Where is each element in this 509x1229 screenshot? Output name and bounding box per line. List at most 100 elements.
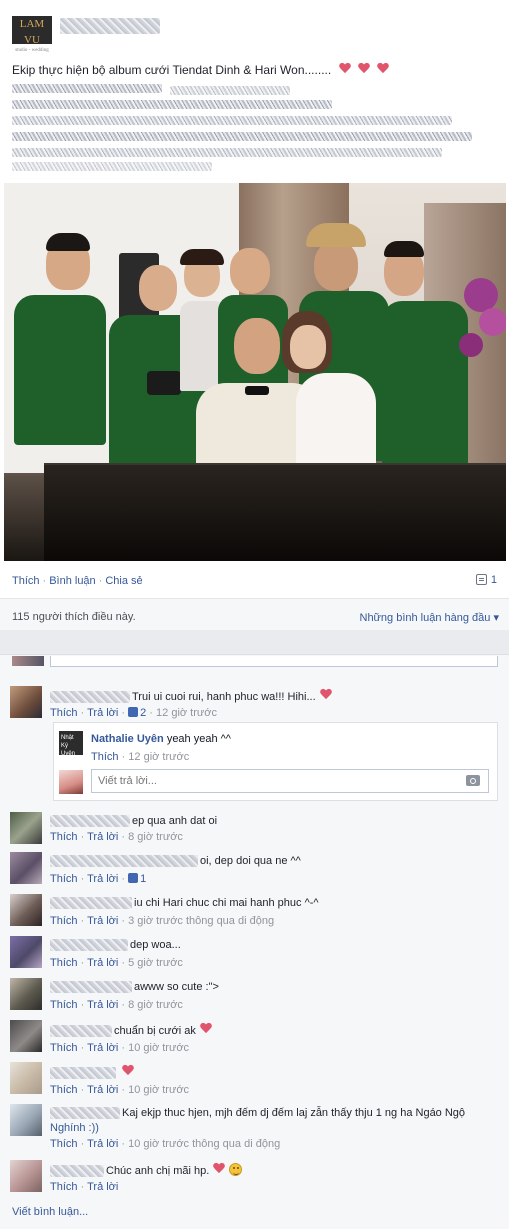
comment-text: chuẩn bị cưới ak — [50, 1023, 212, 1038]
commenter-name-redacted[interactable] — [50, 855, 198, 868]
timestamp[interactable]: 3 giờ trước thông qua di động — [128, 915, 274, 927]
comment-meta: Thích · Trả lời · 2 · 12 giờ trước — [50, 707, 217, 719]
reply-link[interactable]: Trả lời — [87, 1181, 118, 1193]
like-link[interactable]: Thích — [50, 1138, 78, 1150]
commenter-name-redacted[interactable] — [50, 939, 128, 952]
page-logo[interactable]: LAM VU studio - wedding — [12, 16, 52, 53]
timestamp[interactable]: 10 giờ trước — [128, 1084, 189, 1096]
flower — [459, 333, 483, 357]
likes-row: 115 người thích điều này. Những bình luậ… — [0, 598, 509, 630]
avatar[interactable] — [10, 1062, 42, 1094]
comment-body: ep qua anh dat oi — [132, 815, 218, 827]
commenter-name-redacted[interactable] — [50, 1025, 112, 1038]
avatar — [12, 656, 44, 666]
person-hair — [180, 249, 224, 265]
heart-icon — [213, 1163, 225, 1175]
like-link[interactable]: Thích — [50, 1042, 78, 1054]
share-link[interactable]: Chia sẻ — [105, 575, 142, 587]
timestamp[interactable]: 5 giờ trước — [128, 957, 183, 969]
like-link[interactable]: Thích — [50, 915, 78, 927]
avatar[interactable] — [10, 686, 42, 718]
share-icon — [475, 574, 487, 585]
like-count: 1 — [140, 873, 147, 885]
share-count[interactable]: 1 — [475, 574, 497, 586]
reply-link[interactable]: Trả lời — [87, 915, 118, 927]
avatar[interactable] — [10, 812, 42, 844]
commenter-name-redacted[interactable] — [50, 1067, 116, 1080]
like-link[interactable]: Thích — [91, 751, 119, 763]
piano — [44, 463, 506, 561]
reply-link[interactable]: Trả lời — [87, 1138, 118, 1150]
reply-link[interactable]: Trả lời — [87, 1084, 118, 1096]
commenter-name-redacted[interactable] — [50, 897, 132, 910]
comment-input-stub[interactable] — [50, 656, 498, 667]
like-link[interactable]: Thích — [50, 957, 78, 969]
comment-text-continued: Nghính :)) — [50, 1122, 99, 1134]
like-link[interactable]: Thích — [50, 999, 78, 1011]
comment-meta: Thích · Trả lời · 1 — [50, 873, 147, 885]
avatar[interactable] — [10, 1020, 42, 1052]
avatar[interactable] — [10, 978, 42, 1010]
comment-like-count[interactable]: 2 — [128, 707, 146, 719]
timestamp[interactable]: 12 giờ trước — [156, 707, 217, 719]
comment-like-count[interactable]: 1 — [128, 873, 146, 885]
commenter-name-redacted[interactable] — [50, 691, 130, 704]
comment-body: iu chi Hari chuc chi mai hanh phuc ^-^ — [134, 897, 319, 909]
timestamp[interactable]: 12 giờ trước — [128, 751, 189, 763]
timestamp[interactable]: 8 giờ trước — [128, 831, 183, 843]
comment-body: awww so cute :"> — [134, 981, 219, 993]
reply-link[interactable]: Trả lời — [87, 831, 118, 843]
commenter-name-redacted[interactable] — [50, 1165, 104, 1178]
like-link[interactable]: Thích — [12, 575, 40, 587]
likes-count[interactable]: 115 người thích điều này. — [12, 611, 136, 623]
person-shirt — [382, 301, 468, 466]
like-link[interactable]: Thích — [50, 873, 78, 885]
timestamp[interactable]: 10 giờ trước — [128, 1042, 189, 1054]
top-comments-dropdown[interactable]: Những bình luận hàng đầu ▾ — [360, 611, 500, 624]
avatar[interactable] — [10, 894, 42, 926]
reply-author[interactable]: Nathalie Uyên — [91, 733, 164, 745]
comment-meta: Thích · Trả lời · 8 giờ trước — [50, 831, 183, 843]
post-photo[interactable] — [4, 183, 506, 561]
flower — [464, 278, 498, 312]
write-comment-link[interactable]: Viết bình luận... — [12, 1206, 88, 1218]
comment-link[interactable]: Bình luận — [49, 575, 95, 587]
camera-icon[interactable] — [466, 775, 480, 786]
separator: · — [98, 575, 103, 587]
reply-link[interactable]: Trả lời — [87, 1042, 118, 1054]
reply-input[interactable] — [91, 769, 489, 793]
heart-icon — [122, 1065, 134, 1077]
like-link[interactable]: Thích — [50, 707, 78, 719]
comment-text: Kaj ekjp thuc hjen, mjh đếm dj đếm laj z… — [50, 1107, 465, 1120]
commenter-name-redacted[interactable] — [50, 1107, 120, 1120]
person-shirt — [14, 295, 106, 445]
reply-link[interactable]: Trả lời — [87, 873, 118, 885]
avatar[interactable] — [10, 852, 42, 884]
comment-text: iu chi Hari chuc chi mai hanh phuc ^-^ — [50, 897, 319, 910]
avatar[interactable]: Nhật Ký Uyên — [59, 731, 83, 757]
like-link[interactable]: Thích — [50, 1084, 78, 1096]
reply-link[interactable]: Trả lời — [87, 957, 118, 969]
avatar[interactable] — [10, 1160, 42, 1192]
like-link[interactable]: Thích — [50, 1181, 78, 1193]
comment-text: Trui ui cuoi rui, hanh phuc wa!!! Hihi..… — [50, 689, 332, 704]
comment-body-link[interactable]: Nghính :)) — [50, 1122, 99, 1134]
redacted-line — [12, 100, 332, 109]
comment-meta: Thích · Trả lời — [50, 1181, 119, 1193]
thumbs-up-icon — [128, 707, 139, 717]
bow-tie — [245, 386, 269, 395]
person-head — [314, 241, 358, 291]
avatar[interactable] — [10, 936, 42, 968]
avatar[interactable] — [10, 1104, 42, 1136]
bride-face — [290, 325, 326, 369]
reply-link[interactable]: Trả lời — [87, 707, 118, 719]
timestamp[interactable]: 8 giờ trước — [128, 999, 183, 1011]
commenter-name-redacted[interactable] — [50, 815, 130, 828]
reply-link[interactable]: Trả lời — [87, 999, 118, 1011]
like-link[interactable]: Thích — [50, 831, 78, 843]
comment-text: Chúc anh chị mãi hp. — [50, 1163, 243, 1178]
commenter-name-redacted[interactable] — [50, 981, 132, 994]
post-card: LAM VU studio - wedding Ekip thực hiện b… — [0, 0, 509, 630]
timestamp[interactable]: 10 giờ trước thông qua di động — [128, 1138, 280, 1150]
reply-line: Nathalie Uyên yeah yeah ^^ — [91, 733, 231, 745]
